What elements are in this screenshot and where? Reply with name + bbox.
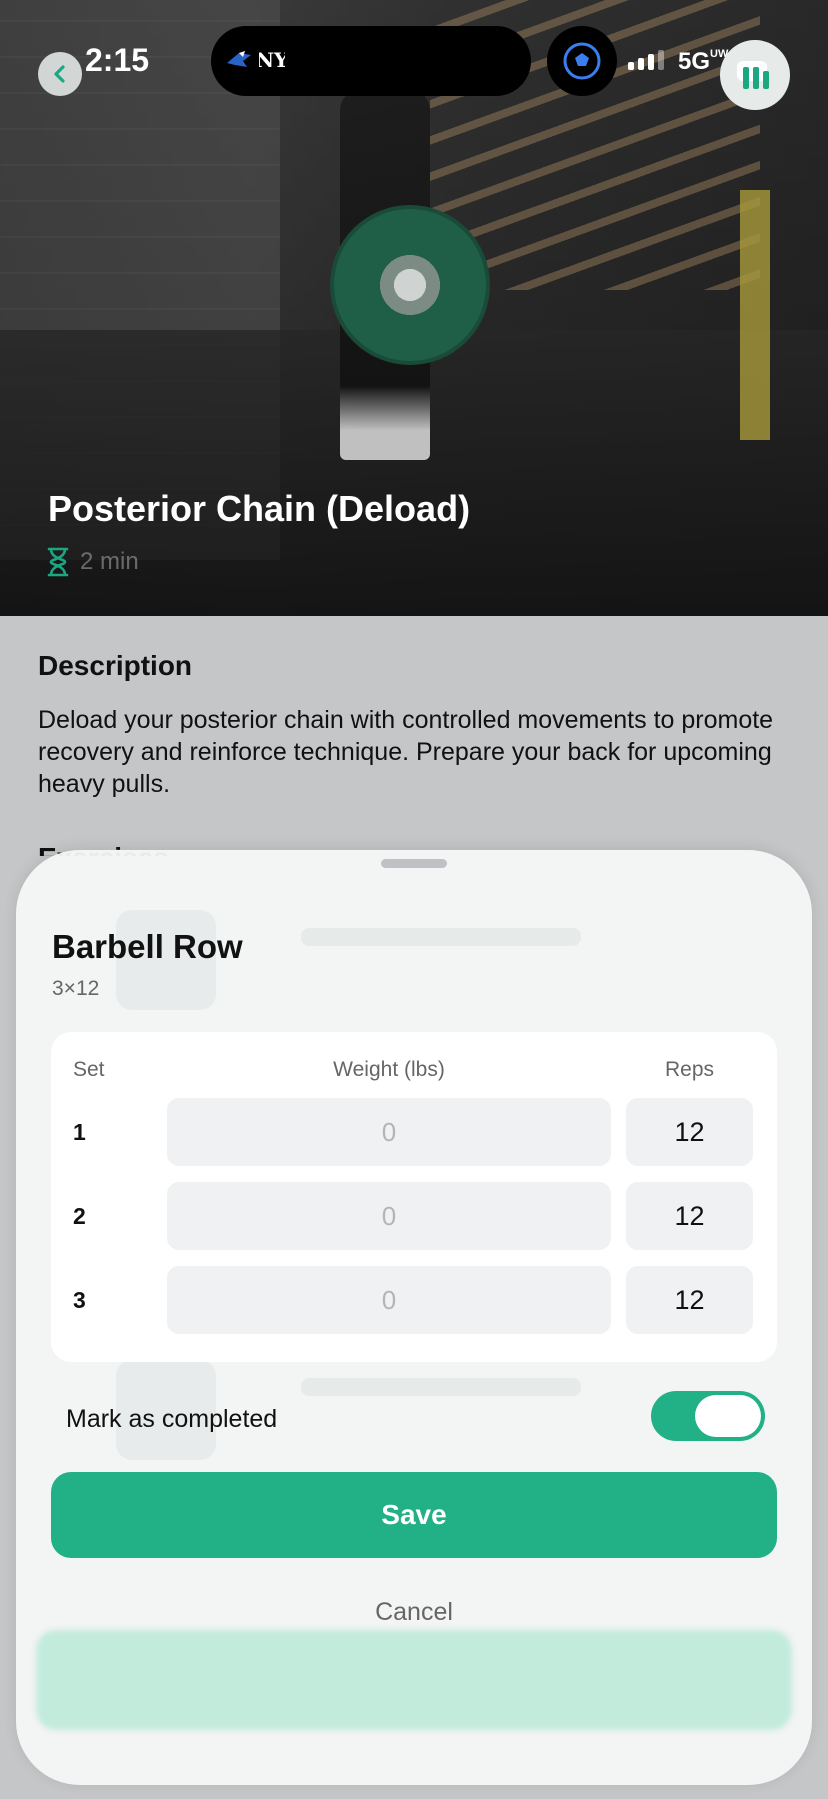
exercise-scheme: 3×12 (52, 977, 100, 1000)
cancel-button[interactable]: Cancel (16, 1598, 812, 1627)
reps-input[interactable]: 12 (626, 1098, 753, 1166)
start-workout-button-behind (36, 1630, 792, 1730)
soccer-ball-icon (563, 42, 601, 80)
workout-title: Posterior Chain (Deload) (48, 488, 471, 529)
description-heading: Description (38, 650, 193, 681)
back-button[interactable] (38, 52, 82, 96)
chevron-left-icon (54, 65, 65, 83)
column-header-set: Set (73, 1058, 105, 1081)
signal-bars-icon (628, 50, 664, 70)
workout-duration: 2 min (46, 547, 139, 577)
weight-input[interactable]: 0 (167, 1182, 611, 1250)
exercise-log-sheet[interactable]: Barbell Row 3×12 Set Weight (lbs) Reps 1… (16, 850, 812, 1785)
column-header-weight: Weight (lbs) (333, 1058, 445, 1081)
column-header-reps: Reps (664, 1058, 715, 1081)
weight-input[interactable]: 0 (167, 1266, 611, 1334)
weight-input[interactable]: 0 (167, 1098, 611, 1166)
yankees-logo-icon: NY (259, 48, 285, 72)
svg-text:NY: NY (259, 48, 285, 72)
app-logo-icon[interactable] (720, 40, 790, 110)
set-number: 2 (73, 1203, 86, 1229)
mark-completed-toggle[interactable] (651, 1391, 765, 1441)
save-button[interactable]: Save (51, 1472, 777, 1558)
status-time: 2:15 (85, 42, 150, 78)
set-number: 1 (73, 1119, 86, 1145)
hero-barbell-plate (330, 205, 490, 365)
reps-input[interactable]: 12 (626, 1182, 753, 1250)
sets-table: Set Weight (lbs) Reps 1 0 12 2 0 12 3 0 … (51, 1032, 777, 1362)
description-text: Deload your posterior chain with control… (38, 706, 774, 798)
workout-details: Description Deload your posterior chain … (38, 650, 798, 800)
exercise-name: Barbell Row (52, 928, 243, 965)
live-activity-indicator (547, 26, 617, 96)
sheet-grabber[interactable] (381, 859, 447, 868)
duration-label: 2 min (80, 548, 139, 575)
set-number: 3 (73, 1287, 86, 1313)
blue-jays-logo-icon (227, 51, 251, 67)
reps-input[interactable]: 12 (626, 1266, 753, 1334)
toggle-knob (695, 1395, 761, 1437)
hourglass-icon (47, 547, 69, 577)
hero-rack (740, 190, 770, 440)
island-live-activity: NY (225, 47, 285, 73)
mark-completed-label: Mark as completed (66, 1405, 278, 1433)
